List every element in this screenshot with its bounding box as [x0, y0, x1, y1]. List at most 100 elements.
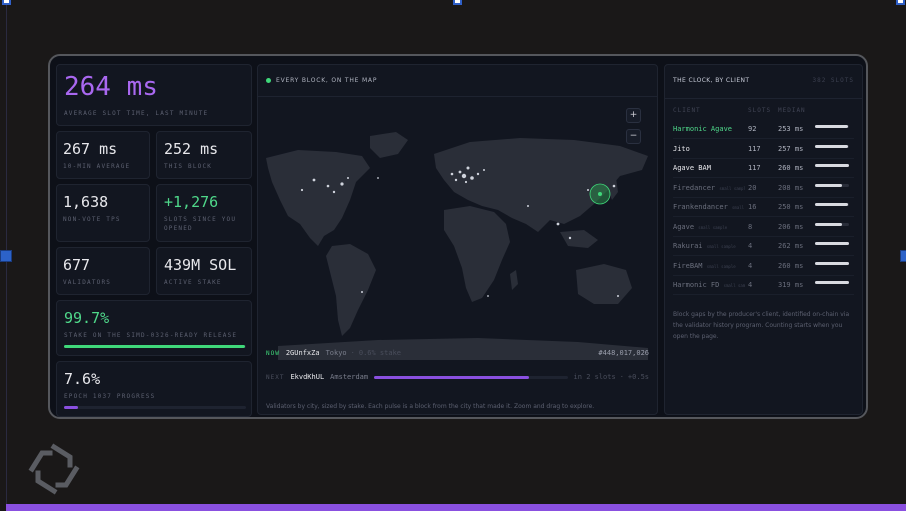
client-row[interactable]: Frankendancer small sample16 250 ms — [673, 198, 854, 217]
client-name: Agave small sample — [673, 222, 728, 231]
world-map[interactable] — [258, 120, 658, 370]
client-median-bar — [815, 242, 849, 245]
this-block-value: 252 ms — [164, 140, 219, 158]
col-header-slots: SLOTS — [748, 107, 772, 114]
col-header-median: MEDIAN — [778, 107, 806, 114]
selection-bottom-bar — [6, 504, 906, 511]
avg-slot-tile: 264 ms AVERAGE SLOT TIME, LAST MINUTE — [56, 64, 252, 126]
avg-slot-label: AVERAGE SLOT TIME, LAST MINUTE — [64, 110, 209, 117]
client-median: 257 ms — [778, 144, 804, 153]
client-median-bar — [815, 261, 849, 265]
client-name: Frankendancer small sample — [673, 203, 745, 211]
north-america-shape — [266, 150, 370, 246]
map-header: EVERY BLOCK, ON THE MAP — [266, 77, 377, 84]
client-median-bar — [815, 144, 849, 148]
now-row: NOW 2GUnfxZa Tokyo · 0.6% stake #448,017… — [266, 349, 649, 357]
madagascar-shape — [510, 270, 518, 290]
epoch-value: 7.6% — [64, 370, 101, 388]
client-median-bar-fill — [815, 281, 849, 284]
next-delta: +0.5s — [627, 373, 649, 381]
greenland-shape — [370, 132, 408, 158]
client-slots: 92 — [748, 125, 757, 133]
this-block-tile: 252 ms THIS BLOCK — [156, 131, 252, 179]
epoch-tile: 7.6% EPOCH 1037 PROGRESS — [56, 361, 252, 417]
client-slots: 8 — [748, 222, 753, 231]
dashboard-screenshot: 264 ms AVERAGE SLOT TIME, LAST MINUTE 26… — [48, 54, 868, 419]
client-median-bar-fill — [815, 222, 842, 226]
client-median: 206 ms — [778, 222, 804, 231]
australia-shape — [576, 264, 632, 304]
stake-label: ACTIVE STAKE — [164, 279, 222, 286]
client-slots: 20 — [748, 183, 757, 192]
client-name: Harmonic Agave — [673, 125, 733, 133]
client-median: 208 ms — [778, 183, 804, 192]
epoch-progress-fill — [64, 406, 78, 409]
release-tile: 99.7% STAKE ON THE SIMD-0326-READY RELEA… — [56, 300, 252, 356]
client-row[interactable]: Rakurai small sample 4 262 ms — [673, 237, 854, 256]
client-name: Firedancer small sample — [673, 184, 745, 192]
resize-handle-middle-right[interactable] — [900, 250, 906, 262]
now-tag: NOW — [266, 349, 280, 357]
zoom-out-button[interactable]: − — [626, 129, 641, 144]
now-separator: · — [350, 349, 355, 357]
client-row[interactable]: Agave small sample 8 206 ms — [673, 218, 854, 237]
client-median: 262 ms — [778, 242, 804, 250]
client-median: 260 ms — [778, 164, 804, 172]
next-separator: · — [619, 373, 624, 381]
client-median-bar-fill — [815, 183, 843, 187]
continents — [266, 132, 648, 360]
slots-since-value: +1,276 — [164, 193, 219, 211]
release-label: STAKE ON THE SIMD-0326-READY RELEASE — [64, 332, 238, 339]
stake-tile: 439M SOL ACTIVE STAKE — [156, 247, 252, 295]
client-median-bar — [815, 164, 849, 167]
now-validator-id[interactable]: 2GUnfxZa — [286, 349, 320, 357]
client-panel-title: THE CLOCK, BY CLIENT — [673, 77, 750, 84]
client-slots: 117 — [748, 164, 761, 172]
client-sample-note: small sample — [706, 263, 736, 269]
client-slots: 4 — [748, 242, 753, 250]
release-value: 99.7% — [64, 309, 110, 327]
stake-value: 439M SOL — [164, 256, 237, 274]
client-name: Harmonic FD small sample — [673, 281, 745, 289]
next-city: Amsterdam — [330, 373, 369, 381]
zoom-in-button[interactable]: + — [626, 108, 641, 123]
resize-handle-top-center[interactable] — [453, 0, 462, 5]
resize-handle-top-left[interactable] — [2, 0, 11, 5]
client-row[interactable]: Agave BAM 117 260 ms — [673, 159, 854, 178]
next-validator-id[interactable]: EkvdKhUL — [290, 373, 324, 381]
live-dot-icon — [266, 78, 271, 83]
client-row[interactable]: Harmonic FD small sample4 319 ms — [673, 276, 854, 295]
client-slot-count: 382 SLOTS — [812, 77, 854, 84]
client-median-bar-fill — [815, 203, 848, 206]
client-name: Rakurai small sample — [673, 242, 736, 250]
resize-handle-middle-left[interactable] — [0, 250, 12, 262]
client-sample-note: small sample — [732, 205, 745, 210]
validators-label: VALIDATORS — [63, 279, 112, 286]
client-median-bar-fill — [815, 242, 849, 245]
client-row[interactable]: FireBAM small sample 4 260 ms — [673, 257, 854, 276]
resize-handle-top-right[interactable] — [896, 0, 905, 5]
validators-tile: 677 VALIDATORS — [56, 247, 150, 295]
client-row[interactable]: Jito 117 257 ms — [673, 140, 854, 159]
client-median-bar — [815, 125, 849, 128]
client-median-bar — [815, 281, 849, 284]
client-sample-note: small sample — [706, 244, 736, 249]
slots-since-label: SLOTS SINCE YOU OPENED — [164, 216, 237, 232]
client-median: 253 ms — [778, 125, 804, 133]
client-name: Agave BAM — [673, 164, 711, 172]
client-row[interactable]: Harmonic Agave 92 253 ms — [673, 120, 854, 139]
map-header-label: EVERY BLOCK, ON THE MAP — [276, 77, 378, 84]
now-slot: #448,017,026 — [598, 349, 649, 357]
client-median-bar-fill — [815, 164, 849, 167]
col-header-client: CLIENT — [673, 107, 701, 114]
now-city: Tokyo — [325, 349, 347, 357]
client-slots: 16 — [748, 203, 757, 211]
epoch-label: EPOCH 1037 PROGRESS — [64, 393, 156, 400]
tps-tile: 1,638 NON-VOTE TPS — [56, 184, 150, 242]
client-row[interactable]: Firedancer small sample20 208 ms — [673, 179, 854, 198]
client-name: Jito — [673, 144, 690, 153]
client-median: 260 ms — [778, 261, 804, 270]
client-slots: 4 — [748, 281, 753, 289]
client-sample-note: small sample — [719, 185, 745, 191]
next-progress-bar — [374, 375, 568, 379]
